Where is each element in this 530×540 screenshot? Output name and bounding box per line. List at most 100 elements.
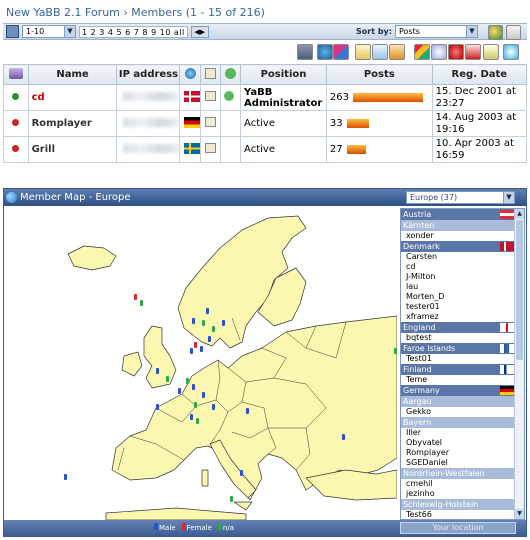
mail-icon[interactable] (389, 44, 405, 60)
online-column-icon[interactable] (220, 64, 242, 85)
scroll-down-icon[interactable]: ▼ (515, 509, 524, 519)
contact-column-icon[interactable] (200, 64, 222, 85)
ip-column-header[interactable]: IP address (116, 64, 181, 85)
member-pin[interactable] (222, 320, 225, 326)
globe-icon[interactable] (317, 44, 333, 60)
list-country[interactable]: Faroe Islands (401, 343, 515, 354)
contact-card-icon[interactable] (205, 143, 217, 153)
contact-card-icon[interactable] (205, 117, 217, 127)
collapse-icon[interactable] (506, 25, 521, 40)
member-pin[interactable] (134, 294, 137, 300)
message-icon[interactable] (372, 44, 388, 60)
member-name-link[interactable]: Grill (32, 144, 55, 155)
region-select[interactable]: Europe (37) ▼ (406, 191, 515, 204)
contacts-icon[interactable] (297, 44, 313, 60)
table-row[interactable]: cd YaBB Administrator 263 15. Dec 2001 at 2… (3, 84, 528, 111)
member-pin[interactable] (212, 404, 215, 410)
member-name-link[interactable]: Romplayer (32, 118, 92, 129)
list-item[interactable]: J-Milton (401, 272, 515, 282)
member-pin[interactable] (64, 474, 67, 480)
list-country[interactable]: England (401, 322, 515, 333)
list-item[interactable]: SGEDaniel (401, 458, 515, 468)
globe-column-icon[interactable] (179, 64, 202, 85)
member-pin[interactable] (230, 496, 233, 502)
member-pin[interactable] (178, 388, 181, 394)
member-pin[interactable] (194, 342, 197, 348)
list-item[interactable]: jezinho (401, 489, 515, 499)
stats-icon[interactable] (414, 44, 430, 60)
list-item[interactable]: Morten_D (401, 292, 515, 302)
block-icon[interactable] (448, 44, 464, 60)
member-name-link[interactable]: cd (32, 92, 45, 103)
list-item[interactable]: Test01 (401, 354, 515, 364)
list-region[interactable]: Bayern (401, 417, 515, 428)
list-region[interactable]: Schleswig-Holstein (401, 499, 515, 510)
page-links[interactable]: 1 2 3 4 5 6 7 8 9 10 all (79, 25, 188, 38)
page-nav-arrows-icon[interactable]: ◀▶ (190, 25, 209, 38)
table-row[interactable]: Grill Active 27 10. Apr 2003 at 16:59 (3, 136, 528, 163)
your-location-button[interactable]: Your location (400, 522, 516, 534)
member-pin[interactable] (202, 320, 205, 326)
member-pin[interactable] (192, 318, 195, 324)
member-pin[interactable] (202, 392, 205, 398)
member-name[interactable]: Grill (27, 136, 118, 163)
breadcrumb-forum-link[interactable]: New YaBB 2.1 Forum (6, 6, 120, 19)
per-page-select[interactable]: 1-10 ▼ (22, 25, 76, 38)
list-scrollbar[interactable]: ▲ ▼ (514, 209, 524, 519)
search-icon[interactable] (431, 44, 447, 60)
member-pin[interactable] (342, 434, 345, 440)
aim-icon[interactable] (483, 44, 499, 60)
member-pin[interactable] (156, 368, 159, 374)
print-icon[interactable] (6, 25, 19, 38)
list-item[interactable]: Test66 (401, 510, 515, 519)
list-item[interactable]: tester01 (401, 302, 515, 312)
skype-icon[interactable] (503, 44, 519, 60)
calendar-icon[interactable] (355, 44, 371, 60)
member-pin[interactable] (246, 408, 249, 414)
list-item[interactable]: Iller (401, 428, 515, 438)
member-pin[interactable] (212, 326, 215, 332)
member-pin[interactable] (240, 470, 243, 476)
member-pin[interactable] (200, 346, 203, 352)
contact-card-icon[interactable] (205, 91, 217, 101)
list-country[interactable]: Denmark (401, 241, 515, 252)
position-column-header[interactable]: Position (240, 64, 327, 85)
list-item[interactable]: Romplayer (401, 448, 515, 458)
list-country[interactable]: Austria (401, 209, 515, 220)
member-pin[interactable] (186, 378, 189, 384)
member-location-list[interactable]: Austria Kärnten xonder Denmark Carsten cd J-Mi… (400, 208, 525, 520)
member-pin[interactable] (190, 348, 193, 354)
reg-date-column-header[interactable]: Reg. Date (431, 64, 528, 85)
list-item[interactable]: cmehil (401, 479, 515, 489)
member-name[interactable]: Romplayer (27, 110, 118, 137)
member-pin[interactable] (208, 336, 211, 342)
list-item[interactable]: cd (401, 262, 515, 272)
member-pin[interactable] (394, 348, 397, 354)
list-country[interactable]: Germany (401, 385, 515, 396)
member-name[interactable]: cd (27, 84, 118, 111)
list-item[interactable]: xonder (401, 231, 515, 241)
list-region[interactable]: Kärnten (401, 220, 515, 231)
name-column-header[interactable]: Name (27, 64, 118, 85)
member-pin[interactable] (196, 418, 199, 424)
list-country[interactable]: Finland (401, 364, 515, 375)
list-region[interactable]: Aargau (401, 396, 515, 407)
member-pin[interactable] (140, 300, 143, 306)
member-pin[interactable] (206, 308, 209, 314)
list-item[interactable]: Teme (401, 375, 515, 385)
member-pin[interactable] (156, 404, 159, 410)
scroll-thumb[interactable] (516, 220, 523, 360)
yahoo-icon[interactable] (465, 44, 481, 60)
table-row[interactable]: Romplayer Active 33 14. Aug 2003 at 19:16 (3, 110, 528, 137)
posts-column-header[interactable]: Posts (325, 64, 433, 85)
list-item[interactable]: lau (401, 282, 515, 292)
list-item[interactable]: Gekko (401, 407, 515, 417)
status-column-icon[interactable] (3, 64, 29, 85)
scroll-up-icon[interactable]: ▲ (515, 209, 524, 219)
list-item[interactable]: xframez (401, 312, 515, 322)
list-region[interactable]: Nordrhein-Westfalen (401, 468, 515, 479)
list-item[interactable]: bqtest (401, 333, 515, 343)
list-item[interactable]: Obyvatel (401, 438, 515, 448)
member-pin[interactable] (192, 384, 195, 390)
list-item[interactable]: Carsten (401, 252, 515, 262)
